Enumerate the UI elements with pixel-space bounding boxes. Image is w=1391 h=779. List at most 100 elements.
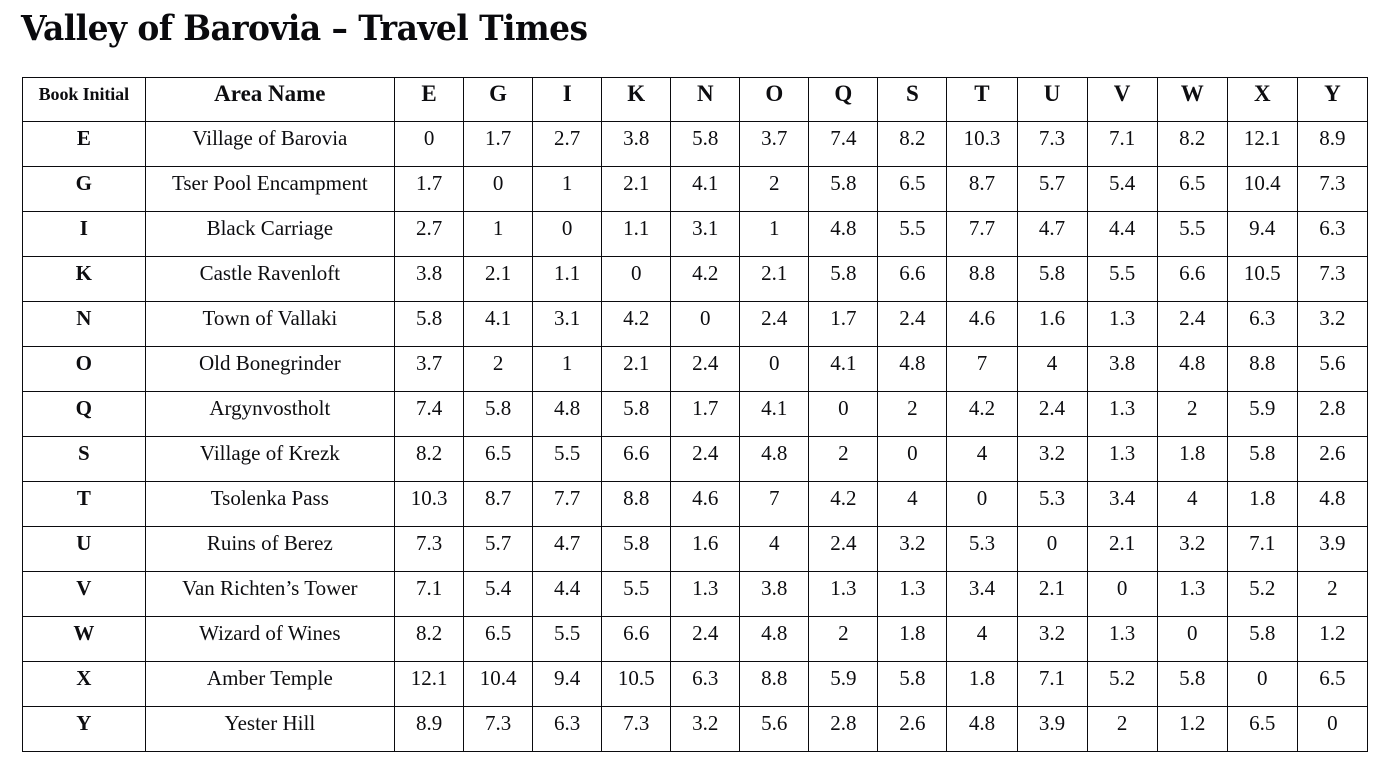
travel-time-value: 5.8 bbox=[830, 171, 857, 195]
cell-travel-time-e-w: 8.2 bbox=[1156, 121, 1228, 167]
travel-time-value: 0 bbox=[976, 486, 988, 510]
travel-time-value: 12.1 bbox=[1243, 126, 1281, 150]
cell-travel-time-g-n: 4.1 bbox=[670, 166, 741, 212]
cell-travel-time-o-o: 0 bbox=[739, 346, 810, 392]
travel-time-value: 4.2 bbox=[830, 486, 857, 510]
cell-travel-time-g-y: 7.3 bbox=[1296, 166, 1369, 212]
travel-time-value: 8.9 bbox=[1319, 126, 1346, 150]
travel-time-value: 5.7 bbox=[484, 531, 512, 555]
cell-book-initial: X bbox=[22, 661, 146, 707]
book-initial-value: E bbox=[76, 126, 91, 150]
cell-travel-time-n-o: 2.4 bbox=[739, 301, 810, 347]
travel-time-value: 7.1 bbox=[1249, 531, 1276, 555]
cell-travel-time-w-y: 1.2 bbox=[1296, 616, 1369, 662]
table-row: U Ruins of Berez 7.3 5.7 4.7 5.8 1.6 4 2.4 3.2 5.3… bbox=[22, 526, 1369, 572]
cell-travel-time-s-k: 6.6 bbox=[601, 436, 672, 482]
cell-travel-time-s-o: 4.8 bbox=[739, 436, 810, 482]
travel-time-value: 7.3 bbox=[1038, 126, 1066, 150]
travel-time-value: 1.6 bbox=[1038, 306, 1066, 330]
cell-travel-time-n-q: 1.7 bbox=[808, 301, 879, 347]
cell-book-initial: W bbox=[22, 616, 146, 662]
cell-book-initial: U bbox=[22, 526, 146, 572]
cell-travel-time-x-q: 5.9 bbox=[808, 661, 879, 707]
travel-time-value: 6.5 bbox=[1179, 171, 1206, 195]
cell-travel-time-y-o: 5.6 bbox=[739, 706, 810, 752]
column-header-k-label: K bbox=[627, 81, 646, 106]
cell-travel-time-n-t: 4.6 bbox=[946, 301, 1018, 347]
cell-travel-time-g-v: 5.4 bbox=[1086, 166, 1158, 212]
travel-time-value: 7.3 bbox=[415, 531, 443, 555]
cell-travel-time-t-y: 4.8 bbox=[1296, 481, 1369, 527]
cell-book-initial: S bbox=[22, 436, 146, 482]
travel-time-value: 1.3 bbox=[1108, 441, 1136, 465]
table-header: Book Initial Area Name E G I K N O Q S T U V W X Y bbox=[22, 77, 1369, 122]
travel-time-value: 3.1 bbox=[554, 306, 581, 330]
cell-travel-time-i-w: 5.5 bbox=[1156, 211, 1228, 257]
cell-travel-time-x-s: 5.8 bbox=[877, 661, 948, 707]
cell-travel-time-k-u: 5.8 bbox=[1016, 256, 1088, 302]
cell-travel-time-t-q: 4.2 bbox=[808, 481, 879, 527]
column-header-s: S bbox=[877, 77, 948, 122]
travel-time-value: 2.4 bbox=[1179, 306, 1206, 330]
cell-travel-time-v-o: 3.8 bbox=[739, 571, 810, 617]
travel-time-value: 0 bbox=[492, 171, 504, 195]
cell-travel-time-y-u: 3.9 bbox=[1016, 706, 1088, 752]
area-name-value: Van Richten’s Tower bbox=[182, 576, 358, 600]
cell-travel-time-i-x: 9.4 bbox=[1226, 211, 1298, 257]
column-header-o: O bbox=[739, 77, 810, 122]
column-header-o-label: O bbox=[765, 81, 784, 106]
travel-time-value: 6.6 bbox=[899, 261, 926, 285]
column-header-w-label: W bbox=[1180, 81, 1204, 106]
travel-time-value: 1.3 bbox=[1108, 306, 1136, 330]
travel-time-value: 9.4 bbox=[1249, 216, 1276, 240]
table-row: E Village of Barovia 0 1.7 2.7 3.8 5.8 3.7 7.4 8.… bbox=[22, 121, 1369, 167]
table-row: T Tsolenka Pass 10.3 8.7 7.7 8.8 4.6 7 4.2 4 0 5.3 3… bbox=[22, 481, 1369, 527]
column-header-v: V bbox=[1086, 77, 1158, 122]
cell-travel-time-u-q: 2.4 bbox=[808, 526, 879, 572]
travel-time-value: 2.1 bbox=[623, 171, 650, 195]
cell-travel-time-x-x: 0 bbox=[1226, 661, 1298, 707]
travel-time-value: 6.3 bbox=[1249, 306, 1276, 330]
area-name-value: Black Carriage bbox=[206, 216, 334, 240]
cell-travel-time-u-v: 2.1 bbox=[1086, 526, 1158, 572]
cell-travel-time-y-g: 7.3 bbox=[463, 706, 534, 752]
travel-time-value: 2.1 bbox=[623, 351, 650, 375]
cell-travel-time-o-g: 2 bbox=[463, 346, 534, 392]
cell-travel-time-w-x: 5.8 bbox=[1226, 616, 1298, 662]
cell-travel-time-o-t: 7 bbox=[946, 346, 1018, 392]
travel-time-value: 1 bbox=[492, 216, 504, 240]
travel-time-value: 3.2 bbox=[1179, 531, 1206, 555]
travel-time-value: 7.4 bbox=[415, 396, 443, 420]
travel-time-value: 6.6 bbox=[1179, 261, 1206, 285]
cell-travel-time-o-e: 3.7 bbox=[394, 346, 465, 392]
cell-travel-time-u-s: 3.2 bbox=[877, 526, 948, 572]
travel-time-value: 5.9 bbox=[1249, 396, 1276, 420]
travel-time-value: 4.8 bbox=[554, 396, 581, 420]
cell-travel-time-q-o: 4.1 bbox=[739, 391, 810, 437]
cell-travel-time-s-t: 4 bbox=[946, 436, 1018, 482]
cell-travel-time-v-e: 7.1 bbox=[394, 571, 465, 617]
travel-time-value: 2.8 bbox=[830, 711, 857, 735]
cell-travel-time-e-k: 3.8 bbox=[601, 121, 672, 167]
cell-travel-time-k-g: 2.1 bbox=[463, 256, 534, 302]
travel-time-value: 4 bbox=[976, 621, 988, 645]
area-name-value: Old Bonegrinder bbox=[198, 351, 341, 375]
travel-time-value: 1.7 bbox=[830, 306, 857, 330]
travel-time-value: 2.4 bbox=[899, 306, 926, 330]
travel-time-value: 3.8 bbox=[623, 126, 650, 150]
travel-time-value: 1.8 bbox=[899, 621, 926, 645]
travel-time-value: 5.3 bbox=[968, 531, 996, 555]
travel-time-value: 0 bbox=[423, 126, 435, 150]
travel-time-value: 6.5 bbox=[1319, 666, 1346, 690]
column-header-book-initial-label: Book Initial bbox=[38, 84, 129, 104]
travel-time-value: 5.8 bbox=[1179, 666, 1206, 690]
travel-time-value: 6.6 bbox=[623, 441, 650, 465]
area-name-value: Argynvostholt bbox=[209, 396, 331, 420]
travel-time-value: 6.3 bbox=[692, 666, 719, 690]
travel-time-value: 1.1 bbox=[623, 216, 650, 240]
column-header-e-label: E bbox=[421, 81, 437, 106]
cell-travel-time-q-k: 5.8 bbox=[601, 391, 672, 437]
cell-area-name: Village of Barovia bbox=[144, 121, 396, 167]
travel-time-value: 1.7 bbox=[484, 126, 512, 150]
cell-travel-time-t-u: 5.3 bbox=[1016, 481, 1088, 527]
